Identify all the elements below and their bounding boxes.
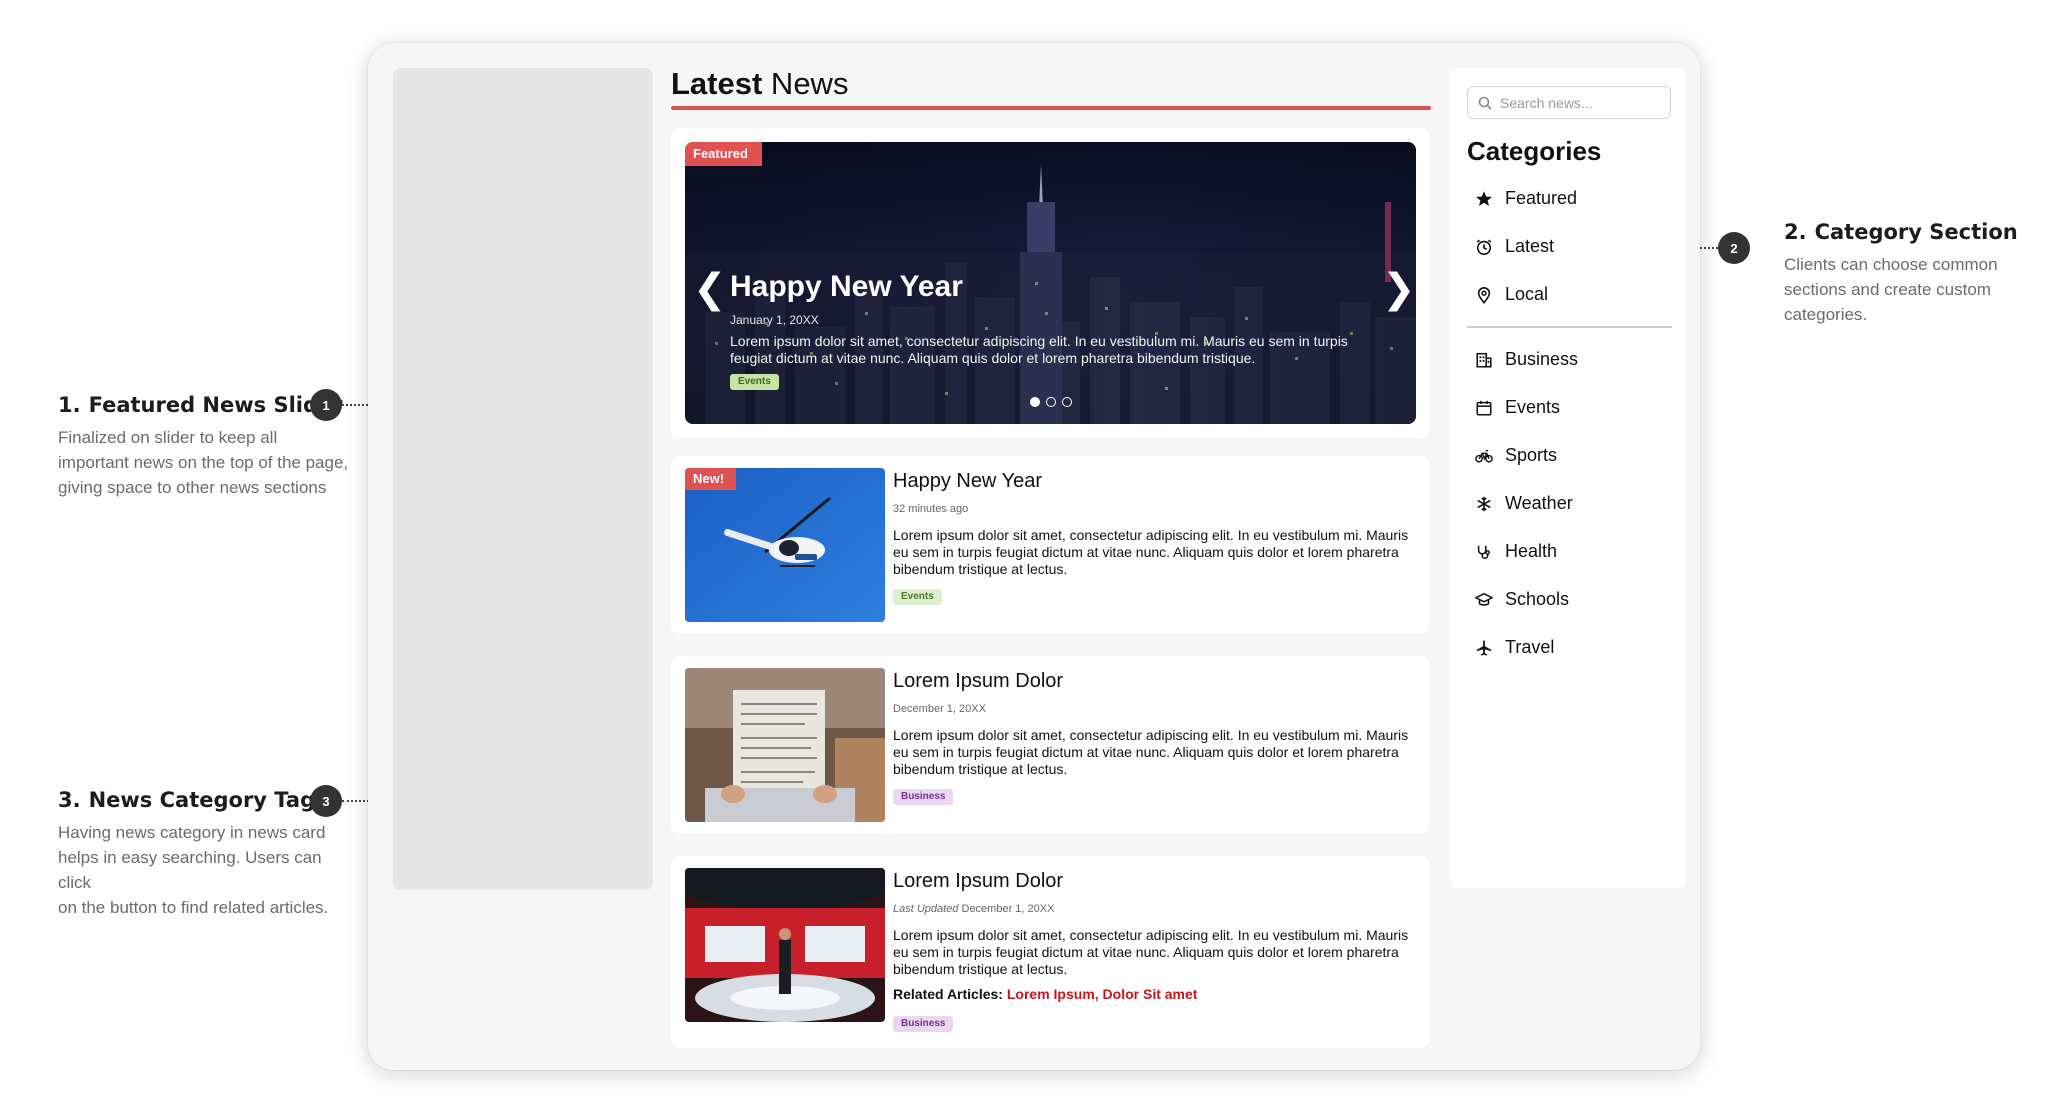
search-icon [1478,96,1492,110]
star-icon [1476,190,1492,206]
graduation-cap-icon [1475,592,1493,606]
helicopter-thumbnail[interactable] [685,468,885,622]
featured-ribbon: Featured [685,142,762,166]
category-schools[interactable]: Schools [1475,589,1569,610]
news-category-tag[interactable]: Business [893,789,954,805]
news-category-tag[interactable]: Events [893,589,942,605]
annotation-description: Clients can choose common sections and c… [1784,255,1998,324]
news-date: December 1, 20XX [893,703,986,715]
category-health[interactable]: Health [1475,541,1557,562]
page-title: Latest News [671,66,849,101]
new-badge: New! [685,468,737,490]
news-summary: Lorem ipsum dolor sit amet, consectetur … [893,927,1409,977]
snowflake-icon [1477,496,1491,511]
annotation-number: 2. [1784,220,1807,244]
related-article-link[interactable]: Dolor Sit amet [1103,986,1198,1002]
building-icon [1476,352,1492,368]
newspaper-reader-thumbnail[interactable] [685,668,885,822]
news-summary: Lorem ipsum dolor sit amet, consectetur … [893,727,1409,777]
category-sports[interactable]: Sports [1475,445,1557,466]
title-underline [671,106,1431,110]
news-title[interactable]: Lorem Ipsum Dolor [893,870,1063,893]
annotation-number: 1. [58,393,81,417]
annotation-marker-1: 1 [310,389,342,421]
featured-title[interactable]: Happy New Year [730,270,963,304]
category-divider [1467,326,1672,328]
airplane-icon [1476,639,1492,656]
featured-date: January 1, 20XX [730,313,819,327]
category-latest[interactable]: Latest [1475,236,1554,257]
news-timestamp: 32 minutes ago [893,503,969,515]
annotation-number: 3. [58,788,81,812]
annotation-title: Category Section [1814,220,2018,244]
left-placeholder-panel [393,68,653,890]
bicycle-icon [1475,449,1493,463]
related-articles: Related Articles: Lorem Ipsum, Dolor Sit… [893,986,1198,1002]
slider-pagination [1030,397,1072,407]
stethoscope-icon [1477,545,1490,559]
annotation-description: Having news category in news card helps … [58,823,329,917]
annotation-marker-3: 3 [310,785,342,817]
slider-next-arrow-icon[interactable]: ❯ [1382,269,1416,309]
category-featured[interactable]: Featured [1475,188,1577,209]
slider-dot-1[interactable] [1030,397,1040,407]
featured-summary: Lorem ipsum dolor sit amet, consectetur … [730,333,1348,366]
calendar-icon [1476,400,1492,416]
search-box[interactable] [1467,86,1671,119]
annotation-marker-2: 2 [1718,232,1750,264]
news-category-tag[interactable]: Business [893,1016,954,1032]
category-events[interactable]: Events [1475,397,1560,418]
annotation-category-section: 2. Category Section Clients can choose c… [1784,220,2034,327]
map-pin-icon [1477,286,1491,304]
category-local[interactable]: Local [1475,284,1548,305]
category-business[interactable]: Business [1475,349,1578,370]
alarm-clock-icon [1476,239,1492,255]
annotation-title: News Category Tags [88,788,328,812]
category-travel[interactable]: Travel [1475,637,1554,658]
annotation-title: Featured News Slider [88,393,343,417]
search-input[interactable] [1500,94,1660,111]
news-title[interactable]: Lorem Ipsum Dolor [893,670,1063,693]
related-article-link[interactable]: Lorem Ipsum [1007,986,1095,1002]
annotation-description: Finalized on slider to keep all importan… [58,428,349,497]
slider-dot-3[interactable] [1062,397,1072,407]
news-updated-date: Last Updated December 1, 20XX [893,903,1055,915]
news-title[interactable]: Happy New Year [893,470,1042,493]
slider-prev-arrow-icon[interactable]: ❮ [693,269,727,309]
slider-dot-2[interactable] [1046,397,1056,407]
categories-heading: Categories [1467,136,1602,166]
tv-studio-thumbnail[interactable] [685,868,885,1022]
category-weather[interactable]: Weather [1475,493,1573,514]
featured-category-tag[interactable]: Events [730,374,779,390]
news-summary: Lorem ipsum dolor sit amet, consectetur … [893,527,1409,577]
